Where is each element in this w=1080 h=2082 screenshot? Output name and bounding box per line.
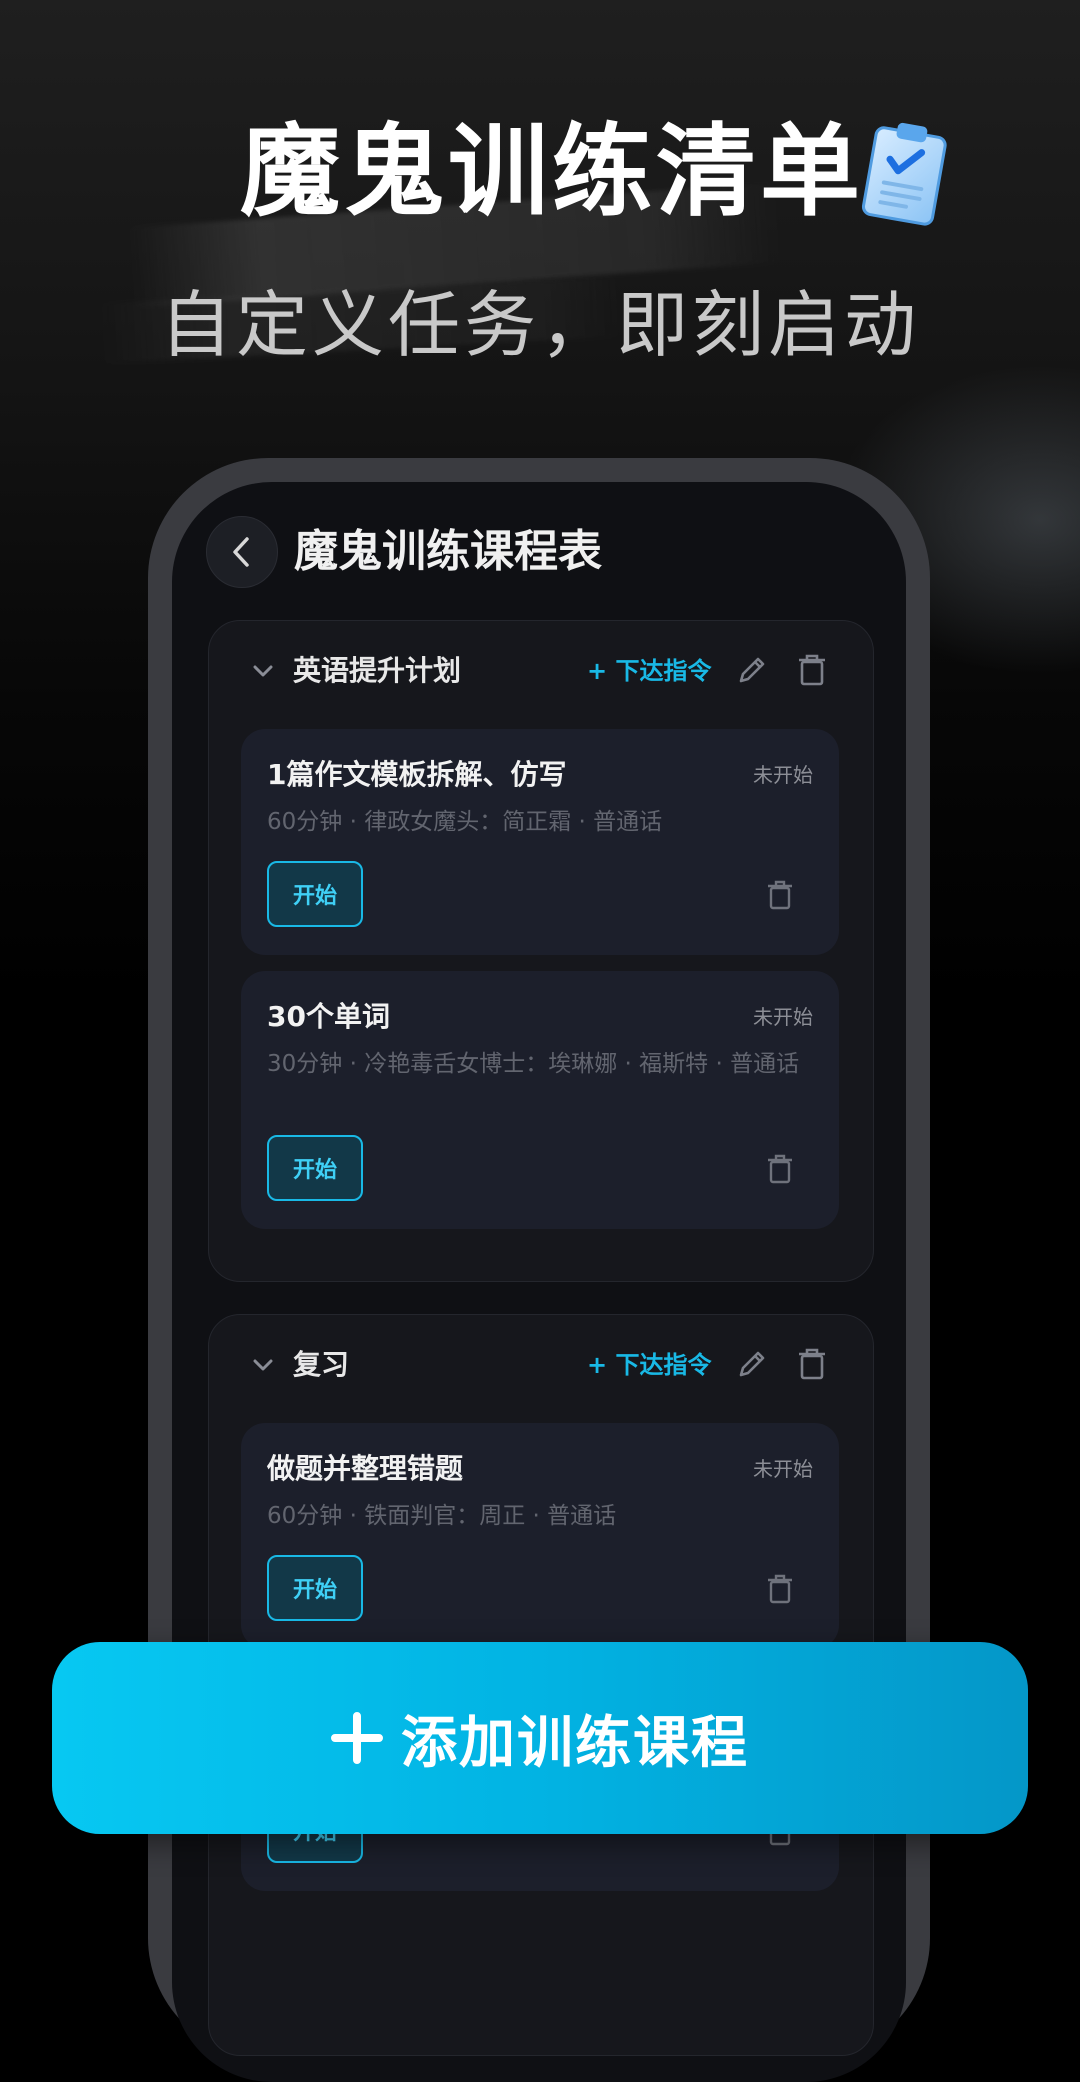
clipboard-check-icon [861,122,947,226]
task-meta: 30分钟 · 冷艳毒舌女博士：埃琳娜 · 福斯特 · 普通话 [267,1051,800,1077]
group-header: 复习 + 下达指令 [209,1315,873,1415]
pencil-icon[interactable] [735,653,769,687]
task-status: 未开始 [753,1005,813,1029]
issue-command-button[interactable]: + 下达指令 [587,1345,711,1385]
pencil-icon[interactable] [735,1347,769,1381]
hero-subtitle: 自定义任务，即刻启动 [159,283,920,367]
task-status: 未开始 [753,763,813,787]
trash-icon[interactable] [795,1346,829,1382]
task-group: 英语提升计划 + 下达指令 1篇作文模板拆解、仿写 未开始 60分钟 · 律政女… [208,620,874,1282]
group-header: 英语提升计划 + 下达指令 [209,621,873,721]
page-title: 魔鬼训练课程表 [294,526,602,577]
chevron-down-icon[interactable] [249,1353,277,1377]
phone-screen: 魔鬼训练课程表 英语提升计划 + 下达指令 1篇作文模板拆解、仿写 未开始 60… [172,482,906,2082]
back-button[interactable] [206,516,278,588]
add-course-label: 添加训练课程 [401,1710,749,1776]
issue-command-button[interactable]: + 下达指令 [587,651,711,691]
start-button[interactable]: 开始 [267,1135,363,1201]
task-card: 做题并整理错题 未开始 60分钟 · 铁面判官：周正 · 普通话 开始 [241,1423,839,1649]
hero-title: 魔鬼训练清单 [240,113,864,230]
trash-icon[interactable] [765,1153,795,1185]
task-title: 做题并整理错题 [267,1452,464,1485]
plus-icon [331,1712,383,1764]
task-meta: 60分钟 · 律政女魔头：简正霜 · 普通话 [267,809,663,835]
chevron-left-icon [233,537,249,567]
chevron-down-icon[interactable] [249,659,277,683]
trash-icon[interactable] [765,1573,795,1605]
task-card: 30个单词 未开始 30分钟 · 冷艳毒舌女博士：埃琳娜 · 福斯特 · 普通话… [241,971,839,1229]
add-course-button[interactable]: 添加训练课程 [52,1642,1028,1834]
task-meta: 60分钟 · 铁面判官：周正 · 普通话 [267,1503,617,1529]
task-status: 未开始 [753,1457,813,1481]
group-name: 复习 [293,1348,350,1381]
start-button[interactable]: 开始 [267,1555,363,1621]
trash-icon[interactable] [765,879,795,911]
task-title: 30个单词 [267,1000,390,1033]
start-button[interactable]: 开始 [267,861,363,927]
task-title: 1篇作文模板拆解、仿写 [267,758,567,791]
group-name: 英语提升计划 [293,654,462,687]
trash-icon[interactable] [795,652,829,688]
task-card: 1篇作文模板拆解、仿写 未开始 60分钟 · 律政女魔头：简正霜 · 普通话 开… [241,729,839,955]
